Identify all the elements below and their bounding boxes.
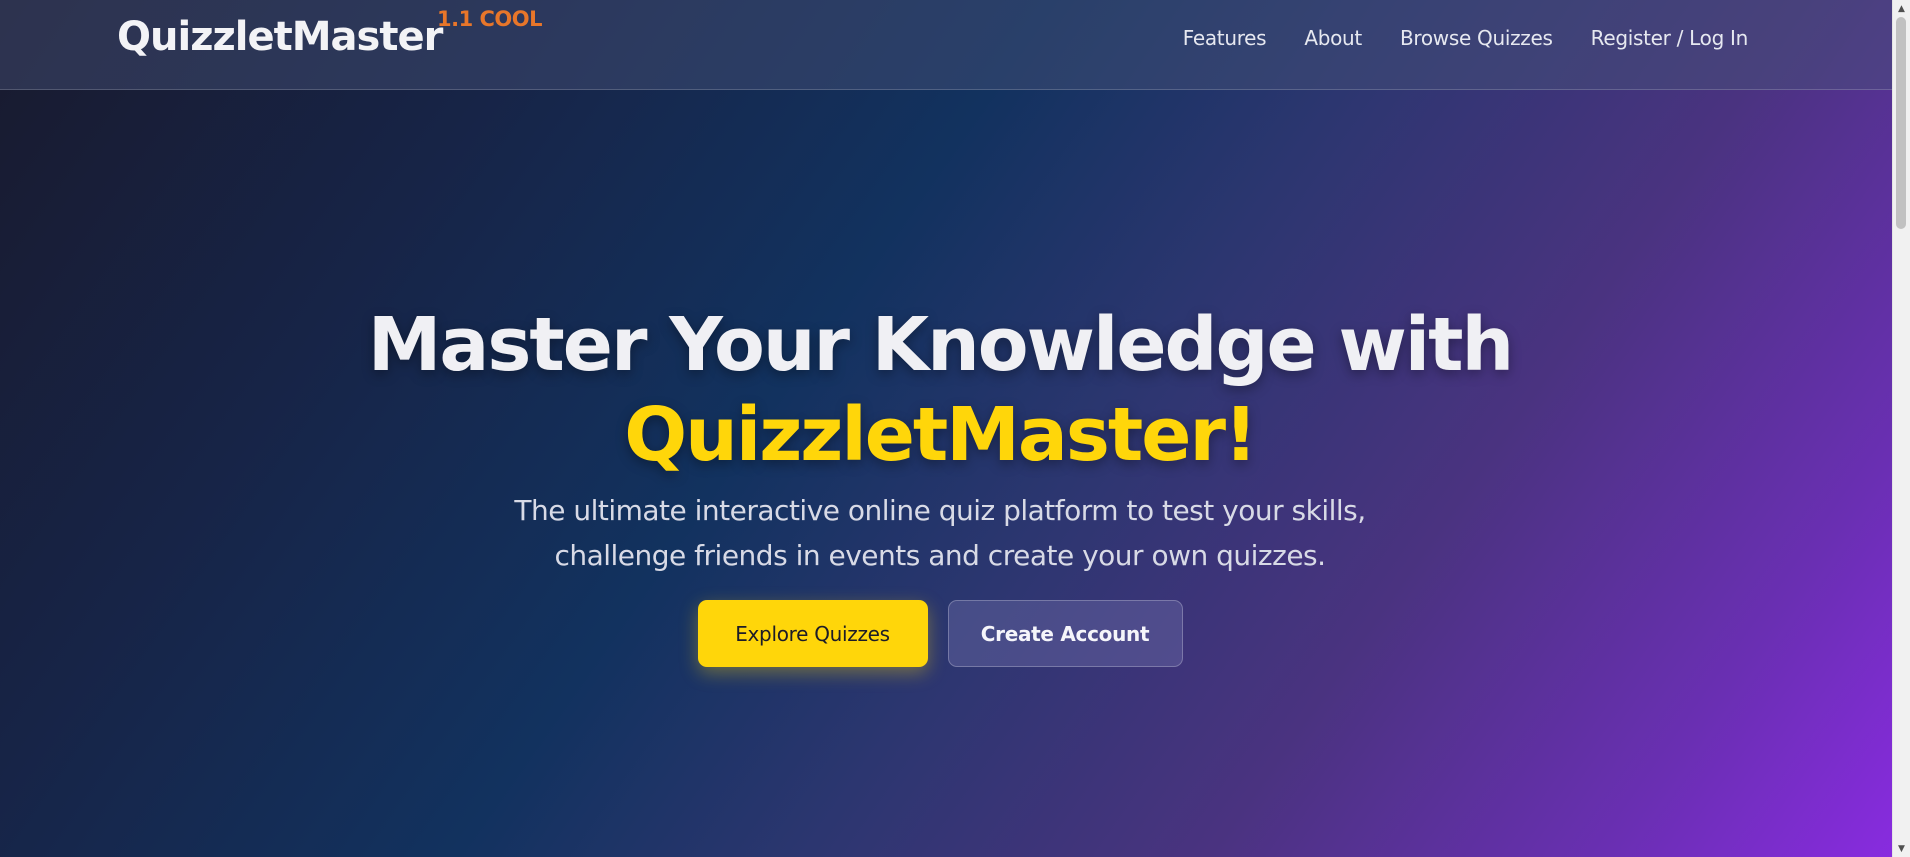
hero-subtitle-line2: challenge friends in events and create y… xyxy=(554,539,1326,572)
scroll-down-arrow-icon[interactable]: ▼ xyxy=(1893,840,1910,857)
nav-link-browse-quizzes[interactable]: Browse Quizzes xyxy=(1400,26,1553,50)
nav-link-about[interactable]: About xyxy=(1304,26,1362,50)
hero-subtitle: The ultimate interactive online quiz pla… xyxy=(490,488,1390,578)
scroll-up-arrow-icon[interactable]: ▲ xyxy=(1893,0,1910,17)
vertical-scrollbar[interactable]: ▲ ▼ xyxy=(1892,0,1910,857)
main-nav: Features About Browse Quizzes Register /… xyxy=(1183,26,1749,50)
hero-subtitle-line1: The ultimate interactive online quiz pla… xyxy=(514,494,1366,527)
create-account-button[interactable]: Create Account xyxy=(947,600,1183,667)
hero-title-line1: Master Your Knowledge with xyxy=(367,302,1514,388)
hero-section: Master Your Knowledge with QuizzletMaste… xyxy=(0,300,1880,667)
nav-link-features[interactable]: Features xyxy=(1183,26,1267,50)
explore-quizzes-button[interactable]: Explore Quizzes xyxy=(697,600,928,667)
hero-actions: Explore Quizzes Create Account xyxy=(0,600,1880,667)
hero-title-brand: QuizzletMaster! xyxy=(624,392,1257,478)
page: QuizzletMaster 1.1 COOL Features About B… xyxy=(0,0,1893,857)
scrollbar-thumb[interactable] xyxy=(1896,17,1906,229)
top-navigation-bar: QuizzletMaster 1.1 COOL Features About B… xyxy=(0,0,1893,90)
brand-logo[interactable]: QuizzletMaster xyxy=(117,14,443,60)
nav-link-register-login[interactable]: Register / Log In xyxy=(1591,26,1749,50)
hero-title: Master Your Knowledge with QuizzletMaste… xyxy=(0,300,1880,480)
version-badge: 1.1 COOL xyxy=(437,7,543,31)
